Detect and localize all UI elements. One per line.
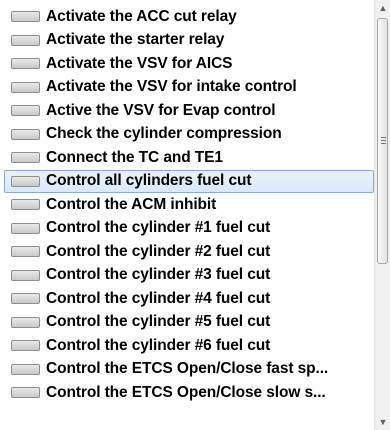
list-item-label: Activate the starter relay [46,31,225,49]
test-item-icon [11,222,40,234]
list-item[interactable]: Activate the VSV for intake control [4,76,374,100]
test-item-icon [11,293,40,305]
test-item-icon [11,175,40,187]
list-item[interactable]: Control the ACM inhibit [4,193,374,217]
list-item[interactable]: Control the cylinder #5 fuel cut [4,311,374,335]
list-item-label: Control all cylinders fuel cut [46,172,252,190]
vertical-scrollbar[interactable]: ▲ ▼ [374,0,390,430]
list-item-label: Check the cylinder compression [46,125,282,143]
list-item-label: Connect the TC and TE1 [46,148,223,166]
test-item-icon [11,152,40,164]
test-item-icon [11,199,40,211]
test-item-icon [11,81,40,93]
test-item-icon [11,387,40,399]
test-item-icon [11,363,40,375]
list-item-label: Control the cylinder #5 fuel cut [46,313,271,331]
list-item-label: Control the cylinder #4 fuel cut [46,289,271,307]
test-item-icon [11,269,40,281]
list-item[interactable]: Control the cylinder #4 fuel cut [4,287,374,311]
test-item-icon [11,128,40,140]
grip-icon [381,137,386,145]
list-item[interactable]: Control the ETCS Open/Close fast sp... [4,358,374,382]
list-item[interactable]: Control the cylinder #6 fuel cut [4,334,374,358]
scroll-down-button[interactable]: ▼ [375,414,390,430]
test-item-icon [11,246,40,258]
test-item-icon [11,34,40,46]
list-item-label: Control the cylinder #3 fuel cut [46,266,271,284]
test-item-icon [11,11,40,23]
list-item-label: Activate the VSV for intake control [46,78,297,96]
arrow-up-icon: ▲ [378,3,388,13]
list-item[interactable]: Connect the TC and TE1 [4,146,374,170]
list-item-label: Control the cylinder #2 fuel cut [46,242,271,260]
list-item-label: Control the ETCS Open/Close slow s... [46,383,326,401]
list-item[interactable]: Control the cylinder #2 fuel cut [4,240,374,264]
list-item[interactable]: Control the ETCS Open/Close slow s... [4,381,374,405]
list-item-label: Control the ETCS Open/Close fast sp... [46,360,329,378]
list-item-selected[interactable]: Control all cylinders fuel cut [4,169,374,193]
test-item-icon [11,316,40,328]
list-item[interactable]: Activate the starter relay [4,29,374,53]
list-item-label: Control the ACM inhibit [46,195,217,213]
list-item-label: Active the VSV for Evap control [46,101,276,119]
list-item-label: Control the cylinder #1 fuel cut [46,219,271,237]
list-item-label: Activate the VSV for AICS [46,54,233,72]
list-item[interactable]: Control the cylinder #1 fuel cut [4,217,374,241]
list-item-label: Control the cylinder #6 fuel cut [46,336,271,354]
list-item[interactable]: Check the cylinder compression [4,123,374,147]
test-item-icon [11,58,40,70]
test-list-panel: Activate the ACC cut relay Activate the … [0,0,390,430]
arrow-down-icon: ▼ [378,417,388,427]
list-item[interactable]: Activate the VSV for AICS [4,52,374,76]
list-item[interactable]: Activate the ACC cut relay [4,5,374,29]
scroll-up-button[interactable]: ▲ [375,0,390,16]
test-item-icon [11,105,40,117]
active-test-list: Activate the ACC cut relay Activate the … [4,5,374,405]
list-item[interactable]: Active the VSV for Evap control [4,99,374,123]
scrollbar-thumb[interactable] [377,18,388,264]
list-item-label: Activate the ACC cut relay [46,7,237,25]
list-item[interactable]: Control the cylinder #3 fuel cut [4,264,374,288]
test-item-icon [11,340,40,352]
